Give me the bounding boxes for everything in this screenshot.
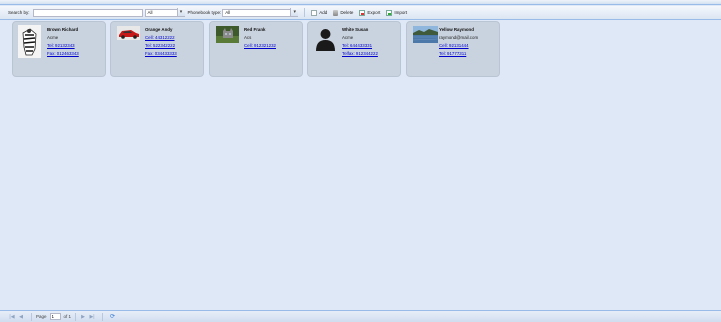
- contact-name: White Susan: [342, 27, 369, 32]
- refresh-icon[interactable]: ⟳: [110, 313, 115, 320]
- contact-company: Acme: [47, 35, 59, 40]
- export-button[interactable]: Export: [359, 9, 381, 16]
- contact-photo: [117, 26, 140, 40]
- contact-cell-link[interactable]: Cell: 912321232: [244, 43, 276, 48]
- pager-separator: [31, 312, 32, 321]
- add-button-label: Add: [319, 10, 328, 15]
- window-top-band: [0, 0, 721, 5]
- contact-name: Red Frank: [244, 27, 266, 32]
- delete-button[interactable]: Delete: [333, 9, 354, 16]
- pager-separator: [102, 312, 104, 321]
- phonebook-type-select[interactable]: All ▾: [222, 8, 299, 17]
- page-label: Page: [36, 314, 47, 319]
- contact-card[interactable]: Yellow Raymond raymond@mail.com Cell: 92…: [406, 21, 500, 77]
- search-input[interactable]: [32, 8, 143, 17]
- search-filter-select[interactable]: All ▾: [144, 8, 185, 17]
- contact-phone-link[interactable]: Tel: 92132343: [47, 43, 75, 48]
- contact-cell-link[interactable]: Cell: 44312222: [145, 35, 175, 40]
- page-number-input[interactable]: [49, 313, 61, 320]
- contact-name: Orange Andy: [145, 27, 173, 32]
- contact-card[interactable]: White Susan Acme Tel: 644433331 Telfax: …: [307, 21, 401, 77]
- export-button-label: Export: [367, 10, 381, 15]
- chevron-down-icon[interactable]: ▾: [176, 8, 185, 16]
- contact-email: raymond@mail.com: [439, 35, 479, 40]
- contact-card[interactable]: Orange Andy Cell: 44312222 Tel: 52234222…: [110, 21, 204, 77]
- contact-phone-link[interactable]: Tel: 91777311: [439, 51, 466, 56]
- contact-photo: [18, 25, 41, 58]
- first-page-icon[interactable]: |◀: [9, 314, 15, 320]
- contact-fax-link[interactable]: Fax: 034433333: [145, 51, 177, 56]
- previous-page-icon[interactable]: ◀: [18, 314, 24, 320]
- contact-name: Brown Richard: [47, 27, 79, 32]
- import-button[interactable]: Import: [386, 9, 408, 16]
- contact-photo: [216, 26, 239, 43]
- contact-cell-link[interactable]: Cell: 92131444: [439, 43, 469, 48]
- search-label: Search by:: [8, 10, 30, 15]
- contact-photo: [413, 26, 438, 43]
- contact-card[interactable]: Red Frank Acs Cell: 912321232: [209, 21, 303, 77]
- phonebook-type-value: All: [225, 10, 231, 15]
- trash-icon: [333, 9, 339, 16]
- next-page-icon[interactable]: ▶: [80, 314, 86, 320]
- contact-telfax-link[interactable]: Telfax: 912344222: [342, 51, 378, 56]
- export-icon: [359, 9, 366, 16]
- contact-fax-link[interactable]: Fax: 012463343: [47, 51, 79, 56]
- phonebook-type-label: Phonebook type:: [187, 10, 222, 15]
- page-count-label: of 1: [63, 314, 72, 319]
- last-page-icon[interactable]: ▶|: [89, 314, 95, 320]
- paging-toolbar: |◀ ◀ Page of 1 ▶ ▶| ⟳: [0, 310, 721, 322]
- delete-button-label: Delete: [340, 10, 354, 15]
- contact-photo: [314, 26, 337, 51]
- search-filter-value: All: [147, 10, 153, 15]
- chevron-down-icon[interactable]: ▾: [290, 8, 299, 16]
- import-icon: [386, 9, 393, 16]
- contact-phone-link[interactable]: Tel: 644433331: [342, 43, 372, 48]
- contact-phone-link[interactable]: Tel: 522342222: [145, 43, 175, 48]
- toolbar-separator: [304, 8, 306, 17]
- contact-company: Acs: [244, 35, 252, 40]
- pager-separator: [75, 312, 77, 321]
- contact-company: Acme: [342, 35, 354, 40]
- toolbar: Search by: All ▾ Phonebook type: All ▾ A…: [0, 6, 721, 20]
- contact-name: Yellow Raymond: [439, 27, 474, 32]
- import-button-label: Import: [394, 10, 408, 15]
- add-icon: [311, 9, 318, 16]
- add-button[interactable]: Add: [311, 9, 328, 16]
- contact-card[interactable]: Brown Richard Acme Tel: 92132343 Fax: 01…: [12, 21, 106, 77]
